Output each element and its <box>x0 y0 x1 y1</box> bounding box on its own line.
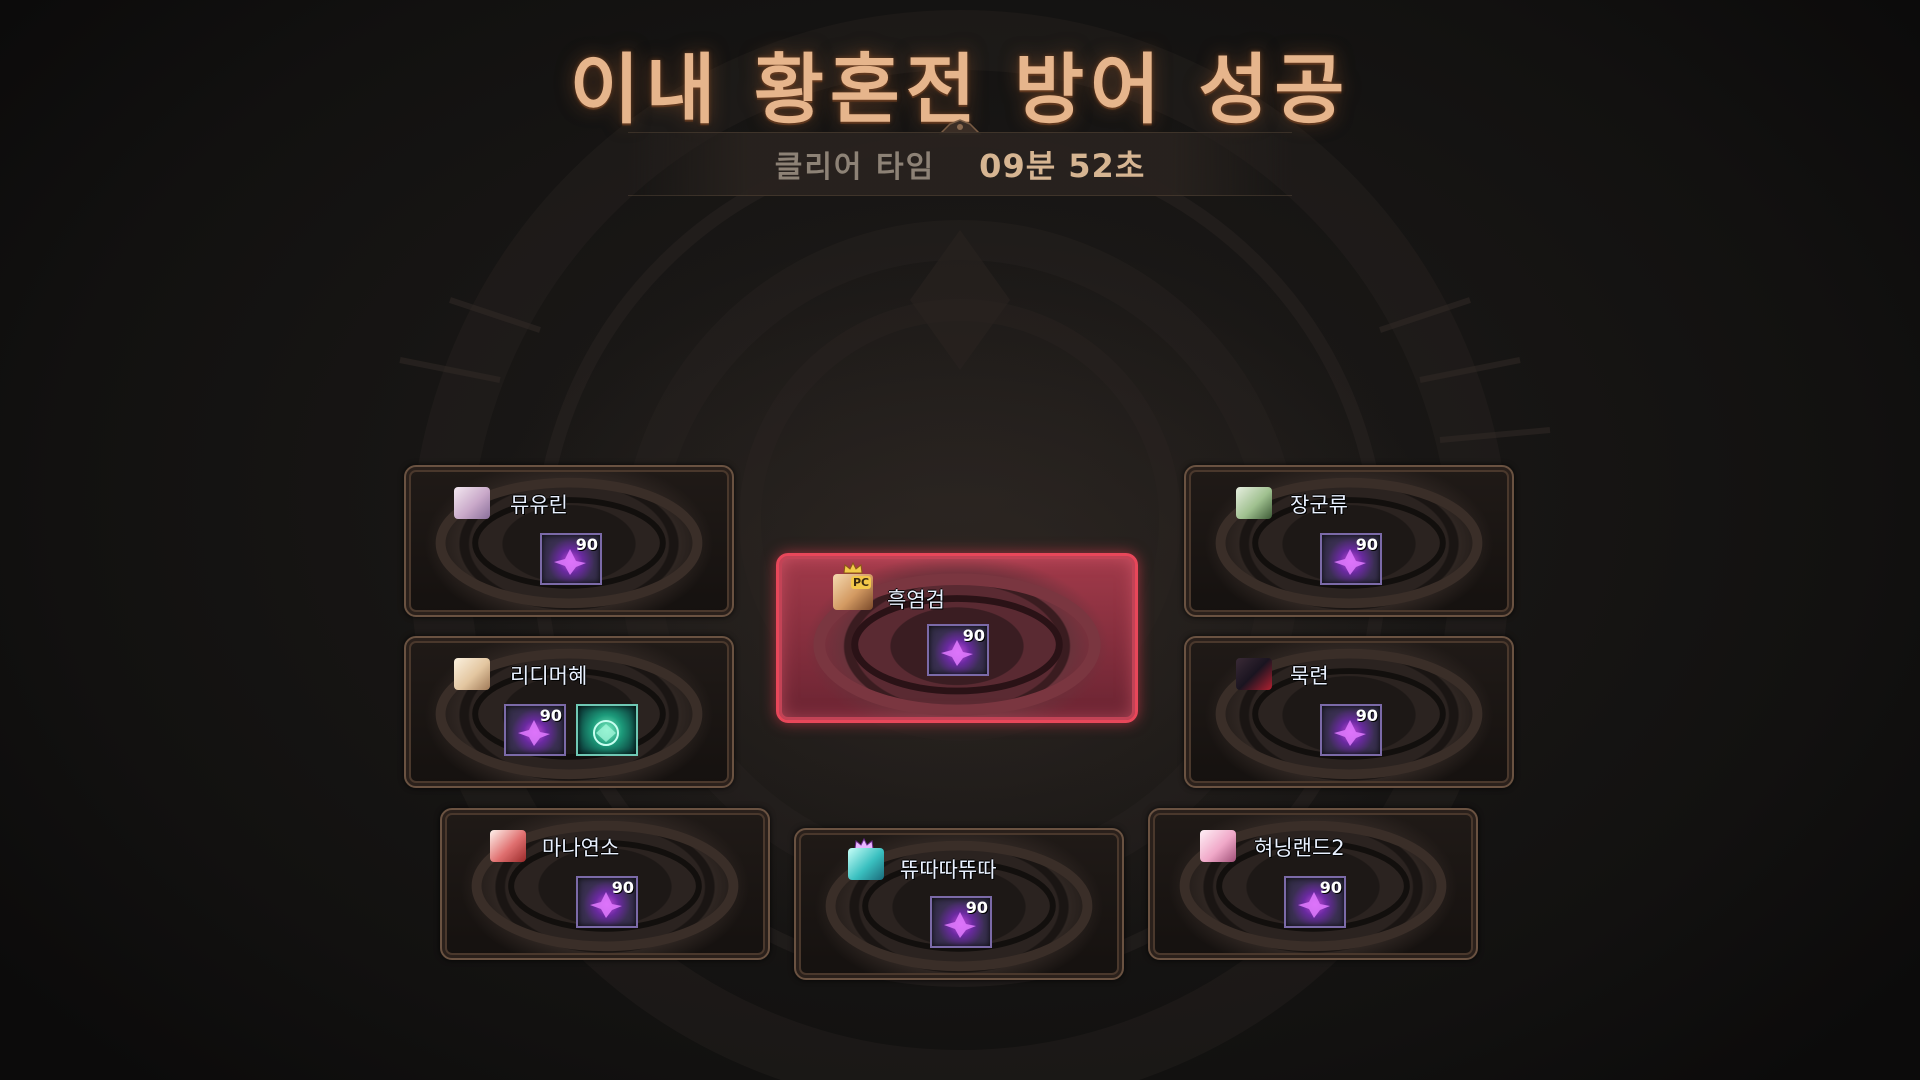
emblem-icon <box>593 720 619 746</box>
clear-time-label: 클리어 타임 <box>774 150 936 185</box>
player-avatar-icon <box>490 830 526 862</box>
player-avatar-icon <box>454 487 490 519</box>
player-card[interactable]: 뮤유린 90 <box>404 465 734 617</box>
reward-item-icon[interactable]: 90 <box>927 624 989 676</box>
pc-badge: PC <box>851 576 872 589</box>
item-level: 90 <box>1355 535 1378 554</box>
player-name: 뜌따따뜌따 <box>900 858 997 882</box>
player-card[interactable]: 묵련 90 <box>1184 636 1514 788</box>
reward-item-icon[interactable]: 90 <box>930 896 992 948</box>
player-name: 장군류 <box>1290 493 1348 517</box>
clear-time-bar: 클리어 타임 09분 52초 <box>628 132 1292 196</box>
player-avatar-icon <box>848 848 884 880</box>
player-name: 리디머혜 <box>510 664 588 688</box>
player-avatar-icon <box>1236 487 1272 519</box>
player-name: 흑염검 <box>887 588 945 612</box>
item-level: 90 <box>965 898 988 917</box>
player-card-highlighted[interactable]: PC 흑염검 90 <box>776 553 1138 723</box>
reward-item-icon[interactable]: 90 <box>1284 876 1346 928</box>
player-avatar-icon <box>454 658 490 690</box>
player-card[interactable]: 리디머혜 90 <box>404 636 734 788</box>
item-level: 90 <box>539 706 562 725</box>
player-name: 뮤유린 <box>510 493 568 517</box>
reward-item-icon[interactable]: 90 <box>576 876 638 928</box>
player-name: 묵련 <box>1290 664 1329 688</box>
result-screen: 이내 황혼전 방어 성공 클리어 타임 09분 52초 뮤유린 90 장군류 9… <box>0 0 1920 1080</box>
reward-item-icon[interactable]: 90 <box>1320 704 1382 756</box>
item-level: 90 <box>962 626 985 645</box>
player-card[interactable]: 뜌따따뜌따 90 <box>794 828 1124 980</box>
item-level: 90 <box>575 535 598 554</box>
player-card[interactable]: 마나연소 90 <box>440 808 770 960</box>
reward-item-icon[interactable]: 90 <box>504 704 566 756</box>
clear-time-value: 09분 52초 <box>979 147 1146 185</box>
crown-icon <box>843 562 863 574</box>
player-name: 마나연소 <box>542 836 620 860</box>
player-avatar-icon <box>1236 658 1272 690</box>
player-name: 혀닝랜드2 <box>1254 836 1345 860</box>
reward-item-icon[interactable]: 90 <box>1320 533 1382 585</box>
item-level: 90 <box>611 878 634 897</box>
player-avatar-icon <box>1200 830 1236 862</box>
player-card[interactable]: 혀닝랜드2 90 <box>1148 808 1478 960</box>
item-level: 90 <box>1319 878 1342 897</box>
reward-item-icon[interactable]: 90 <box>540 533 602 585</box>
item-level: 90 <box>1355 706 1378 725</box>
green-emblem-icon[interactable] <box>576 704 638 756</box>
player-card[interactable]: 장군류 90 <box>1184 465 1514 617</box>
